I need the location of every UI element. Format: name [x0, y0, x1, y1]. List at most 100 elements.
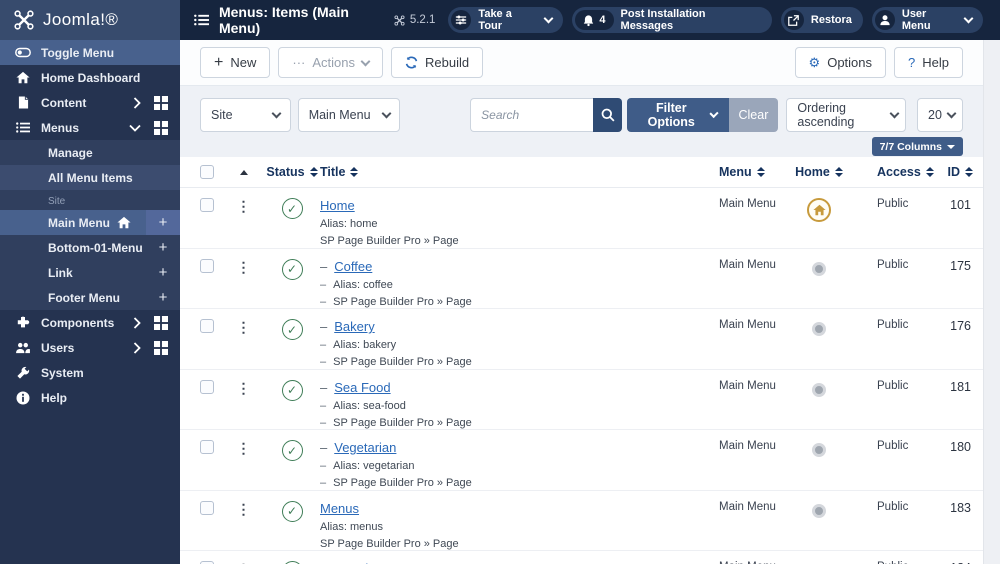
row-checkbox[interactable] [200, 198, 214, 212]
vertical-scrollbar[interactable] [983, 40, 1000, 564]
home-unset-icon[interactable] [812, 322, 826, 336]
home-column-header[interactable]: Home [789, 165, 849, 179]
grid-icon[interactable] [154, 120, 168, 135]
messages-count: 4 [599, 14, 606, 26]
drag-handle-icon[interactable]: ⋮ [224, 249, 264, 276]
drag-handle-icon[interactable]: ⋮ [224, 491, 264, 518]
add-menu-item-button[interactable]: + [146, 260, 180, 285]
ordering-select[interactable]: Ordering ascending [786, 98, 907, 132]
sliders-icon [451, 10, 472, 30]
title-column-header[interactable]: Title [320, 165, 705, 179]
indent-dash: – [320, 416, 327, 429]
clear-button[interactable]: Clear [728, 98, 779, 132]
item-title-link[interactable]: Vegetarian [334, 440, 396, 455]
status-published-icon[interactable]: ✓ [281, 500, 303, 522]
search-group [470, 98, 623, 132]
restore-button[interactable]: Restora [780, 7, 863, 33]
site-filter-select[interactable]: Site [200, 98, 291, 132]
sidebar-item-menus[interactable]: Menus [0, 115, 180, 140]
grid-icon[interactable] [154, 340, 168, 355]
drag-handle-icon[interactable]: ⋮ [224, 551, 264, 564]
search-input[interactable] [470, 98, 594, 132]
sidebar-item-bottom-01-menu[interactable]: Bottom-01-Menu + [0, 235, 180, 260]
row-checkbox[interactable] [200, 500, 214, 515]
sidebar-item-manage[interactable]: Manage [0, 140, 180, 165]
menu-column-header[interactable]: Menu [705, 165, 789, 179]
home-unset-icon[interactable] [812, 503, 826, 518]
row-checkbox[interactable] [200, 319, 214, 333]
menus-label: Menus [41, 120, 80, 135]
row-checkbox[interactable] [200, 379, 214, 394]
status-published-icon[interactable]: ✓ [281, 198, 303, 219]
menu-filter-select[interactable]: Main Menu [297, 98, 401, 132]
add-menu-item-button[interactable]: + [146, 235, 180, 260]
actions-button[interactable]: ··· Actions [278, 47, 383, 78]
post-installation-messages-button[interactable]: 4 Post Installation Messages [572, 7, 772, 33]
drag-handle-icon[interactable]: ⋮ [224, 430, 264, 457]
sidebar-item-home-dashboard[interactable]: Home Dashboard [0, 65, 180, 90]
status-published-icon[interactable]: ✓ [281, 258, 303, 280]
list-limit-select[interactable]: 20 [917, 98, 964, 132]
new-button[interactable]: + New [200, 47, 271, 78]
id-column-header[interactable]: ID [927, 165, 973, 179]
home-icon [15, 71, 31, 84]
home-unset-icon[interactable] [812, 382, 826, 397]
joomla-brand: Joomla!® [0, 0, 180, 40]
gear-icon: ⚙ [808, 54, 821, 70]
list-icon [194, 14, 209, 26]
grid-icon[interactable] [154, 315, 168, 330]
sidebar-toggle-menu[interactable]: Toggle Menu [0, 40, 180, 65]
take-a-tour-button[interactable]: Take a Tour [448, 7, 564, 33]
item-title-link[interactable]: Menus [320, 501, 359, 516]
user-menu-button[interactable]: User Menu [871, 7, 983, 33]
sidebar-item-content[interactable]: Content [0, 90, 180, 115]
plus-icon: + [214, 53, 224, 71]
home-default-icon[interactable] [807, 198, 831, 222]
status-column-header[interactable]: Status [264, 165, 320, 179]
table-row: ⋮ ✓ – Bakery – Alias: bakery – SP Page Buil… [180, 309, 983, 370]
drag-handle-icon[interactable]: ⋮ [224, 188, 264, 215]
manage-label: Manage [48, 145, 93, 160]
item-title-link[interactable]: Home [320, 198, 355, 213]
drag-handle-icon[interactable]: ⋮ [224, 309, 264, 336]
sidebar-item-main-menu[interactable]: Main Menu + [0, 210, 180, 235]
sidebar-item-system[interactable]: System [0, 360, 180, 385]
table-row: ⋮ ✓ – Sea Food – Alias: sea-food – SP Page … [180, 369, 983, 430]
status-published-icon[interactable]: ✓ [281, 440, 303, 461]
add-menu-item-button[interactable]: + [146, 285, 180, 310]
rebuild-button[interactable]: Rebuild [391, 47, 484, 78]
home-unset-icon[interactable] [812, 261, 826, 276]
item-title-link[interactable]: Sea Food [334, 380, 390, 395]
home-unset-icon[interactable] [812, 443, 826, 457]
sidebar-item-all-menu-items[interactable]: All Menu Items [0, 165, 180, 190]
drag-handle-icon[interactable]: ⋮ [224, 370, 264, 397]
sidebar-item-help[interactable]: Help [0, 385, 180, 410]
select-all-checkbox[interactable] [200, 165, 214, 179]
grid-icon[interactable] [154, 95, 168, 110]
add-menu-item-button[interactable]: + [146, 210, 180, 235]
row-checkbox[interactable] [200, 258, 214, 273]
user-icon [874, 10, 895, 30]
sidebar-item-link[interactable]: Link + [0, 260, 180, 285]
item-title-link[interactable]: Coffee [334, 259, 372, 274]
take-a-tour-label: Take a Tour [478, 8, 512, 32]
table-row: ⋮ ✓ –Regular Menu – – Main Menu Public 1… [180, 551, 983, 564]
item-alias: Alias: sea-food [333, 399, 406, 412]
access-column-header[interactable]: Access [849, 165, 934, 179]
status-published-icon[interactable]: ✓ [281, 379, 303, 401]
help-button[interactable]: ? Help [894, 47, 963, 78]
sidebar-item-components[interactable]: Components [0, 310, 180, 335]
status-published-icon[interactable]: ✓ [281, 319, 303, 340]
search-button[interactable] [593, 98, 623, 132]
sidebar-item-footer-menu[interactable]: Footer Menu + [0, 285, 180, 310]
item-note: SP Page Builder Pro » Page [320, 537, 459, 550]
sidebar-item-users[interactable]: Users [0, 335, 180, 360]
columns-toggle-button[interactable]: 7/7 Columns [871, 137, 963, 156]
filter-options-button[interactable]: Filter Options [627, 98, 729, 132]
ordering-column-header[interactable] [224, 169, 264, 175]
options-button[interactable]: ⚙ Options [794, 47, 887, 78]
chevron-down-icon [543, 13, 554, 24]
chevron-down-icon [709, 108, 720, 119]
row-checkbox[interactable] [200, 440, 214, 454]
item-title-link[interactable]: Bakery [334, 319, 374, 334]
